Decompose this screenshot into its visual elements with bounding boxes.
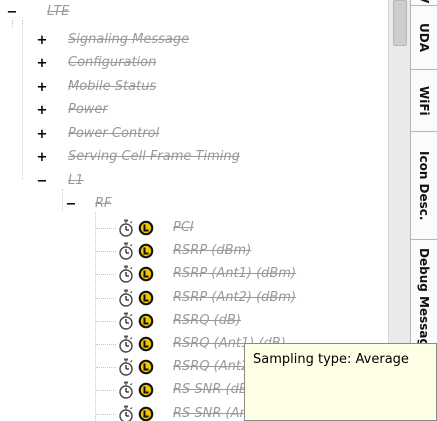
tree-connector: [96, 413, 116, 415]
tree-leaf-item[interactable]: PCI: [0, 218, 388, 238]
collapse-toggle[interactable]: −: [65, 194, 77, 214]
stopwatch-icon: [119, 219, 133, 237]
gauge-icon: [138, 336, 154, 352]
tab-label: UDA: [417, 23, 431, 52]
gauge-icon: [138, 290, 154, 305]
tree-node-l1[interactable]: − L1: [0, 171, 388, 191]
tab-wifi[interactable]: WiFi: [411, 70, 437, 132]
tooltip: Sampling type: Average: [244, 343, 437, 421]
tree-node-label: L1: [68, 173, 84, 188]
tab-icon-desc[interactable]: Icon Desc.: [411, 132, 437, 240]
tree-node-configuration[interactable]: + Configuration: [0, 53, 388, 73]
tree-node-lte[interactable]: − LTE: [0, 2, 388, 22]
expand-toggle[interactable]: +: [36, 30, 48, 50]
tooltip-text: Sampling type: Average: [253, 352, 409, 367]
tree-leaf-label: RS SNR (dB): [173, 382, 253, 398]
gauge-icon: [138, 406, 154, 421]
tree-node-label: Mobile Status: [68, 79, 157, 94]
tree-node-label: Serving Cell Frame Timing: [68, 149, 240, 164]
tree-connector: [96, 367, 116, 369]
gauge-icon: [138, 243, 154, 259]
tree-node-rf[interactable]: − RF: [0, 194, 388, 214]
tree-node-power[interactable]: + Power: [0, 100, 388, 120]
gauge-icon: [138, 383, 154, 398]
collapse-toggle[interactable]: −: [36, 171, 48, 191]
tree-node-label: LTE: [47, 4, 70, 19]
stopwatch-icon: [119, 312, 133, 330]
tree-leaf-item[interactable]: RSRP (Ant1) (dBm): [0, 264, 388, 284]
tree-node-label: Configuration: [68, 55, 157, 70]
gauge-icon: [138, 267, 154, 282]
tree-node-label: Power: [68, 102, 108, 117]
expand-toggle[interactable]: +: [36, 124, 48, 144]
gauge-icon: [138, 313, 154, 329]
scroll-thumb[interactable]: [393, 0, 407, 46]
tree-leaf-label: RSRP (Ant1) (dBm): [173, 266, 297, 282]
expand-toggle[interactable]: +: [36, 147, 48, 167]
stopwatch-icon: [119, 335, 133, 353]
tree-leaf-item[interactable]: RSRP (dBm): [0, 241, 388, 261]
tree-node-serving-cell-frame-timing[interactable]: + Serving Cell Frame Timing: [0, 147, 388, 167]
gauge-icon: [138, 220, 154, 236]
gauge-icon: [138, 359, 154, 375]
stopwatch-icon: [119, 405, 133, 421]
tree-connector: [96, 320, 116, 322]
tree-leaf-label: PCI: [173, 220, 194, 235]
tree-connector: [96, 297, 116, 299]
tree-node-signaling-message[interactable]: + Signaling Message: [0, 30, 388, 50]
tree-leaf-item[interactable]: RSRP (Ant2) (dBm): [0, 288, 388, 308]
tree-leaf-item[interactable]: RSRQ (dB): [0, 311, 388, 331]
expand-toggle[interactable]: +: [36, 77, 48, 97]
collapse-toggle[interactable]: −: [6, 2, 18, 22]
tree-leaf-label: RSRP (dBm): [173, 243, 252, 259]
stopwatch-icon: [119, 242, 133, 260]
tree-leaf-label: RSRQ (dB): [173, 312, 241, 328]
stopwatch-icon: [119, 265, 133, 284]
tree-connector: [96, 274, 116, 276]
tree-node-label: Signaling Message: [68, 32, 190, 47]
expand-toggle[interactable]: +: [36, 53, 48, 73]
tab-label: Icon Desc.: [417, 150, 431, 221]
expand-toggle[interactable]: +: [36, 100, 48, 120]
tree-node-mobile-status[interactable]: + Mobile Status: [0, 77, 388, 97]
stopwatch-icon: [119, 358, 133, 376]
tree-node-power-control[interactable]: + Power Control: [0, 124, 388, 144]
tree-connector: [96, 251, 116, 253]
tree-leaf-label: RSRP (Ant2) (dBm): [173, 289, 297, 305]
tree-node-label: Power Control: [68, 126, 160, 141]
tree-node-label: RF: [95, 196, 112, 211]
stopwatch-icon: [119, 381, 133, 400]
tree-connector: [96, 344, 116, 345]
tree-connector: [96, 390, 116, 392]
stopwatch-icon: [119, 289, 133, 307]
tab-label: WiFi: [417, 85, 431, 116]
tab-label: Debug Message: [417, 248, 431, 356]
tree-connector: [96, 228, 116, 229]
tab-uda[interactable]: UDA: [411, 6, 437, 70]
